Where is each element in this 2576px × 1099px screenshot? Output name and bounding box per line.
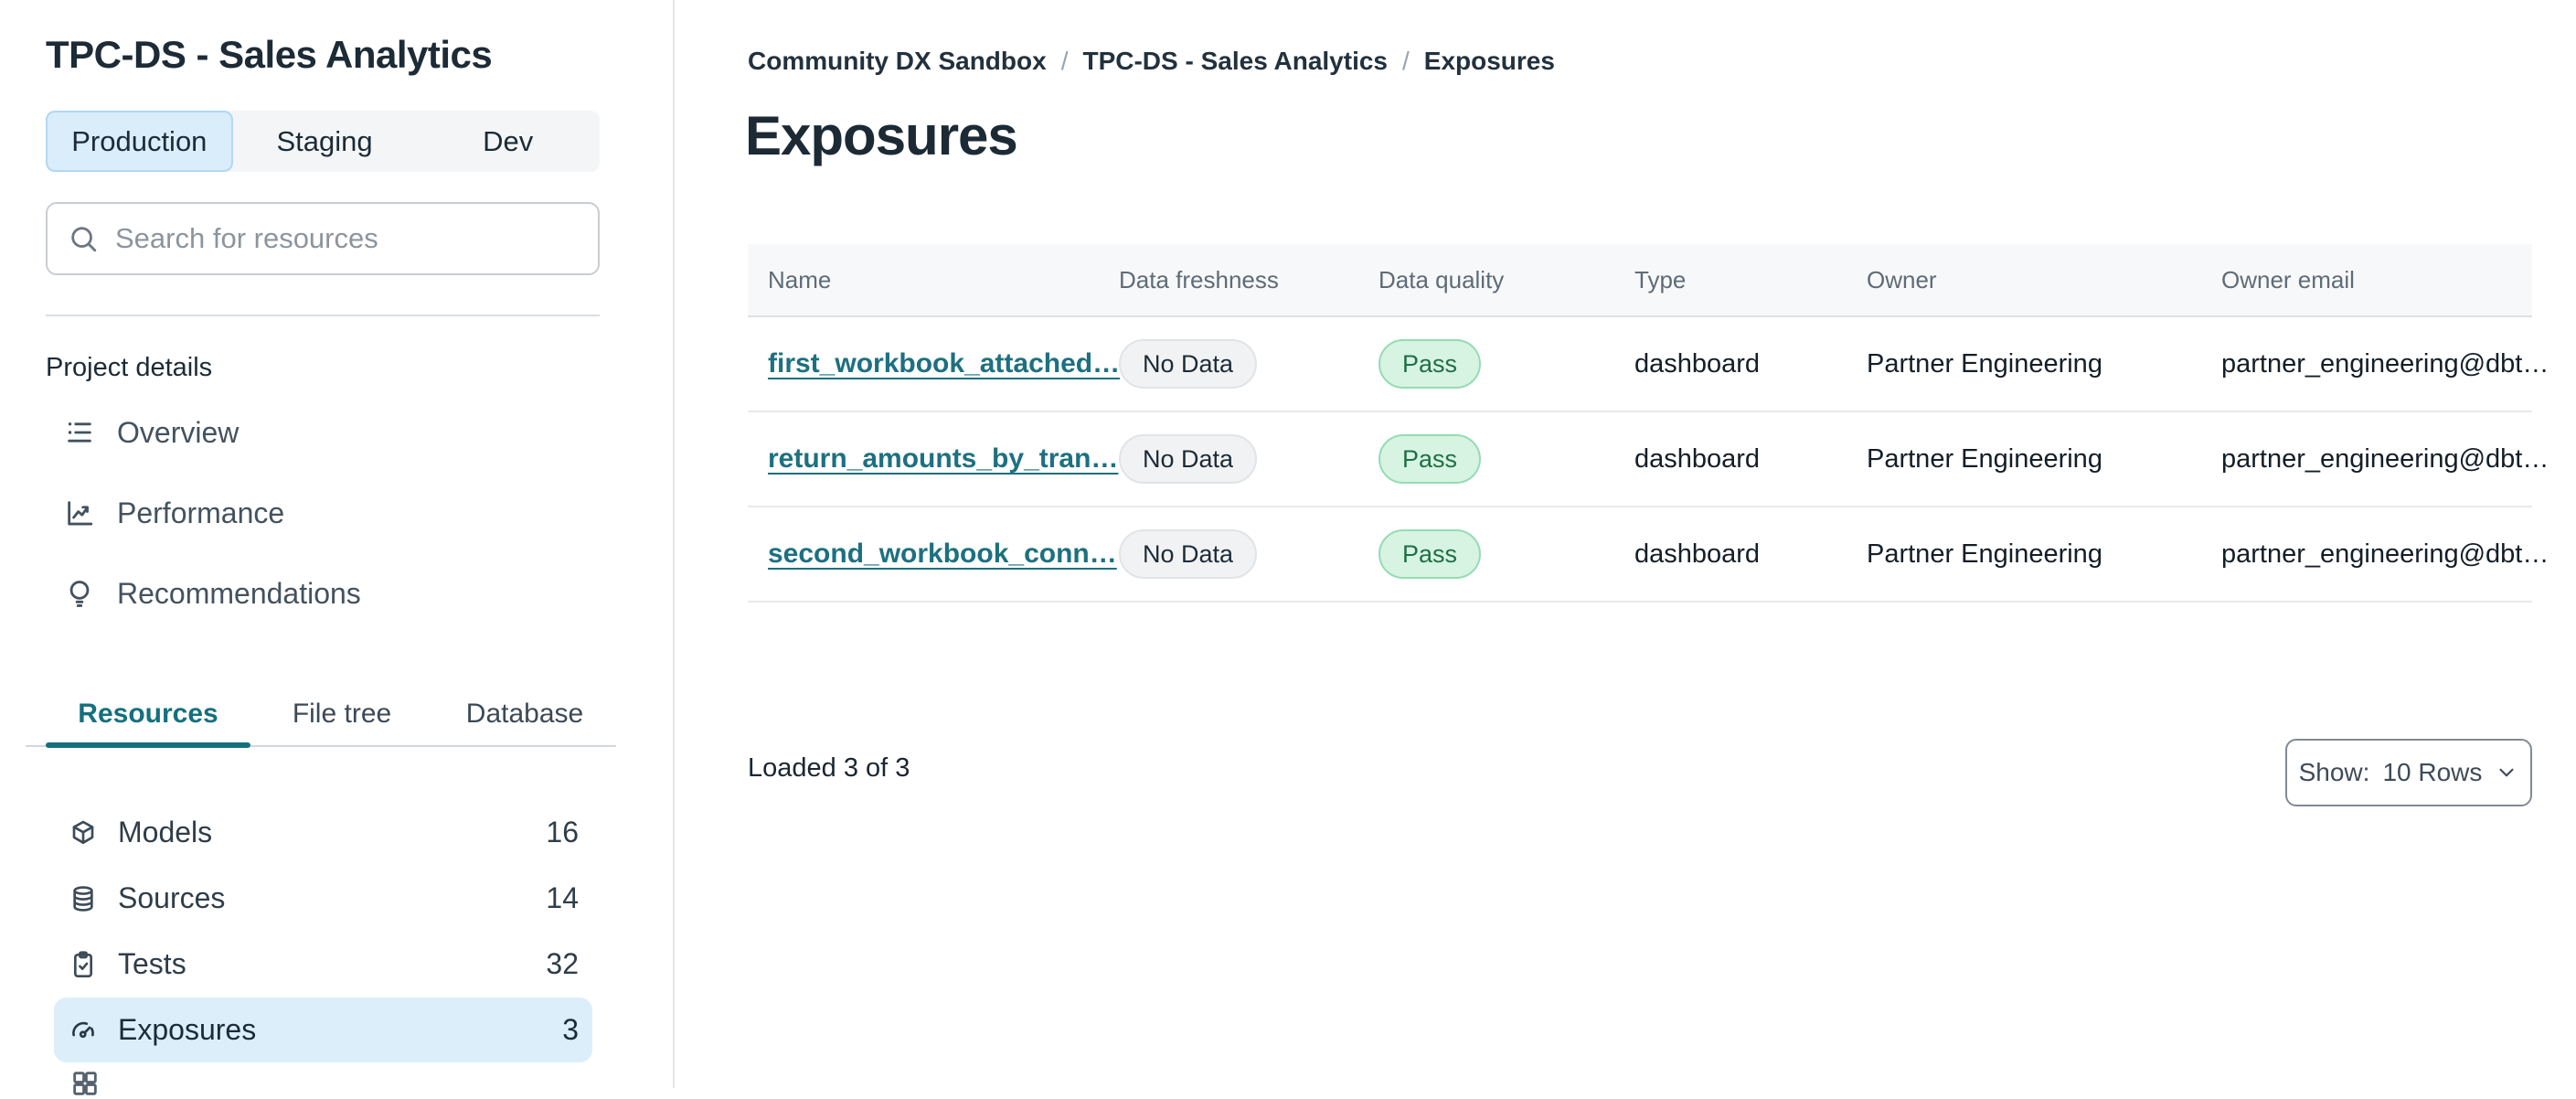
main-content: Community DX Sandbox / TPC-DS - Sales An… [675, 0, 2576, 1088]
sidebar-item-exposures[interactable]: Exposures 3 [54, 998, 592, 1062]
sidebar-item-label: Recommendations [117, 576, 361, 610]
owner-cell: Partner Engineering [1867, 539, 2102, 569]
exposure-name-link[interactable]: return_amounts_by_tran… [768, 443, 1118, 474]
sidebar-item-recommendations[interactable]: Recommendations [46, 561, 600, 625]
type-cell: dashboard [1634, 348, 1761, 379]
cube-icon [69, 818, 98, 848]
column-header-quality: Data quality [1378, 265, 1505, 293]
freshness-badge: No Data [1119, 529, 1258, 579]
loaded-status: Loaded 3 of 3 [748, 753, 910, 783]
table-header-row: Name Data freshness Data quality Type Ow… [748, 244, 2532, 317]
tab-production[interactable]: Production [46, 111, 233, 172]
type-cell: dashboard [1634, 539, 1761, 569]
gauge-icon [69, 1016, 98, 1045]
exposures-table: Name Data freshness Data quality Type Ow… [748, 244, 2549, 603]
tab-production-label: Production [71, 124, 208, 157]
lightbulb-icon [64, 578, 95, 609]
column-header-owner-email: Owner email [2221, 265, 2355, 293]
search-placeholder: Search for resources [115, 222, 378, 254]
table-row: first_workbook_attached… No Data Pass da… [748, 317, 2549, 412]
breadcrumb-account[interactable]: Community DX Sandbox [748, 47, 1047, 76]
breadcrumb-separator: / [1060, 47, 1069, 75]
sidebar-item-label: Overview [117, 415, 240, 449]
quality-badge: Pass [1378, 434, 1482, 484]
environment-tabs: Production Staging Dev [46, 111, 600, 172]
table-row: second_workbook_conn… No Data Pass dashb… [748, 507, 2549, 603]
resource-count: 16 [546, 816, 579, 848]
page-title: Exposures [745, 105, 1018, 166]
resource-label: Tests [118, 947, 186, 980]
sidebar-item-performance[interactable]: Performance [46, 481, 600, 545]
tab-file-tree[interactable]: File tree [250, 691, 433, 737]
quality-badge: Pass [1378, 339, 1482, 389]
quality-badge: Pass [1378, 529, 1482, 579]
tab-dev[interactable]: Dev [416, 111, 600, 172]
exposure-name-link[interactable]: second_workbook_conn… [768, 539, 1117, 569]
search-icon [68, 223, 99, 254]
sidebar-divider [46, 315, 600, 316]
sidebar-item-tests[interactable]: Tests 32 [54, 932, 592, 997]
sidebar: TPC-DS - Sales Analytics Production Stag… [0, 0, 674, 1095]
owner-email-cell: partner_engineering@dbt… [2221, 443, 2549, 474]
list-icon [64, 417, 95, 448]
tab-database-label: Database [465, 699, 584, 729]
tab-database[interactable]: Database [433, 691, 616, 737]
panel-tabs: Resources File tree Database [46, 691, 616, 737]
tab-dev-label: Dev [483, 124, 534, 157]
owner-email-cell: partner_engineering@dbt… [2221, 539, 2549, 569]
tab-resources-label: Resources [78, 699, 218, 729]
column-header-type: Type [1634, 265, 1687, 293]
breadcrumb: Community DX Sandbox / TPC-DS - Sales An… [748, 47, 1555, 76]
breadcrumb-separator: / [1402, 47, 1410, 75]
chevron-down-icon [2495, 761, 2518, 784]
owner-cell: Partner Engineering [1867, 348, 2102, 379]
column-header-owner: Owner [1867, 265, 1937, 293]
active-tab-indicator [46, 742, 250, 748]
clipboard-check-icon [69, 950, 98, 979]
column-header-name: Name [768, 265, 832, 293]
column-header-freshness: Data freshness [1119, 265, 1279, 293]
database-icon [69, 884, 98, 913]
owner-cell: Partner Engineering [1867, 443, 2102, 474]
sidebar-item-label: Performance [117, 496, 285, 529]
freshness-badge: No Data [1119, 339, 1258, 389]
table-row: return_amounts_by_tran… No Data Pass das… [748, 412, 2549, 507]
search-input[interactable]: Search for resources [46, 202, 600, 275]
resource-count: 3 [562, 1013, 579, 1046]
show-label: Show: [2298, 758, 2370, 786]
grid-icon [69, 1068, 101, 1099]
tab-resources[interactable]: Resources [46, 691, 250, 737]
owner-email-cell: partner_engineering@dbt… [2221, 348, 2549, 379]
breadcrumb-current: Exposures [1423, 47, 1555, 75]
show-value: 10 Rows [2382, 758, 2483, 786]
type-cell: dashboard [1634, 443, 1761, 474]
project-details-label: Project details [46, 353, 213, 382]
sidebar-item-sources[interactable]: Sources 14 [54, 866, 592, 931]
exposure-name-link[interactable]: first_workbook_attached… [768, 348, 1120, 379]
freshness-badge: No Data [1119, 434, 1258, 484]
show-rows-dropdown[interactable]: Show: 10 Rows [2285, 739, 2532, 806]
tab-staging[interactable]: Staging [233, 111, 417, 172]
line-chart-icon [64, 497, 95, 528]
project-title: TPC-DS - Sales Analytics [46, 33, 493, 76]
resource-count: 14 [546, 881, 579, 914]
tab-file-tree-label: File tree [292, 699, 392, 729]
sidebar-item-models[interactable]: Models 16 [54, 800, 592, 865]
sidebar-item-overview[interactable]: Overview [46, 400, 600, 464]
resource-label: Models [118, 816, 213, 848]
resource-count: 32 [546, 947, 579, 980]
breadcrumb-project[interactable]: TPC-DS - Sales Analytics [1082, 47, 1388, 76]
resource-label: Sources [118, 881, 226, 914]
resource-label: Exposures [118, 1013, 257, 1046]
tab-staging-label: Staging [276, 124, 373, 157]
